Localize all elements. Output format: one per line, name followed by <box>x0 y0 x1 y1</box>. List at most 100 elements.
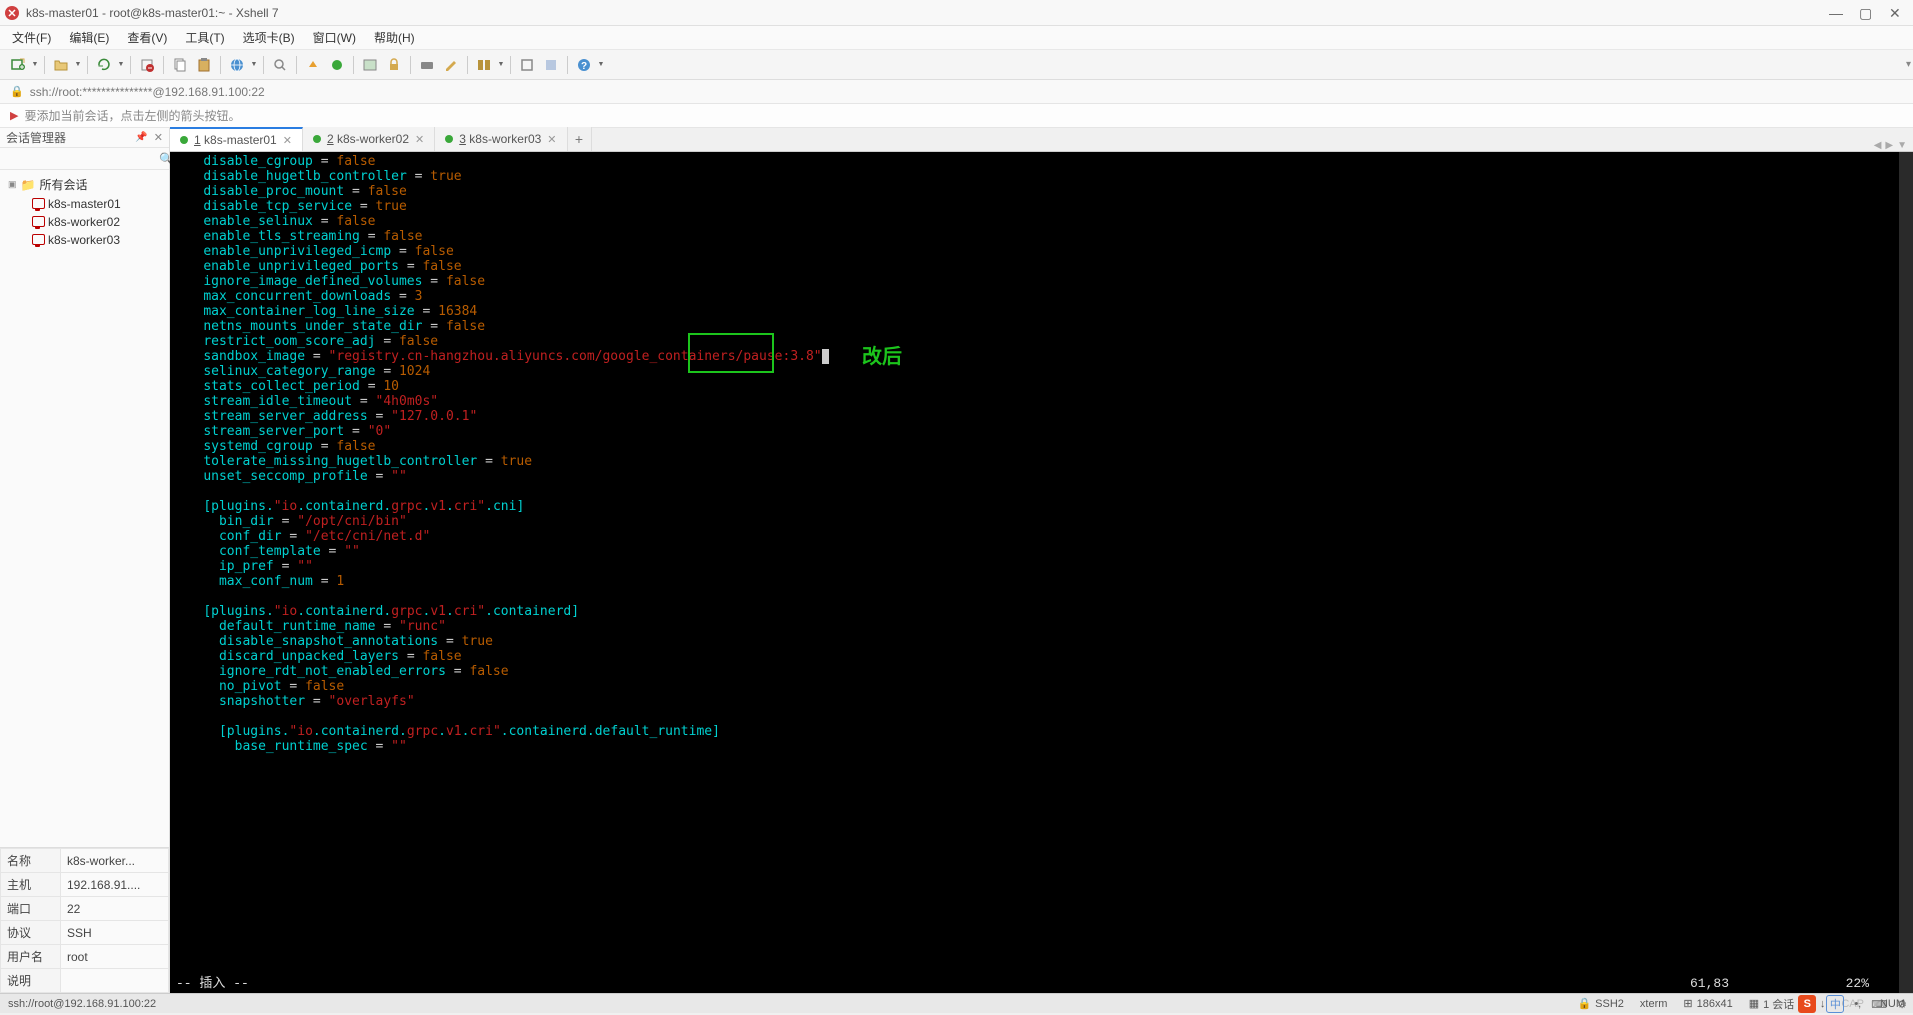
open-session-icon[interactable] <box>51 55 71 75</box>
tab-prev-icon[interactable]: ◀ <box>1874 140 1882 151</box>
svg-text:?: ? <box>581 61 587 72</box>
separator <box>510 56 511 74</box>
tab-close-icon[interactable]: ✕ <box>283 134 292 147</box>
separator <box>353 56 354 74</box>
reconnect-icon[interactable] <box>94 55 114 75</box>
status-protocol: 🔒SSH2 <box>1577 997 1623 1010</box>
fullscreen-icon[interactable] <box>517 55 537 75</box>
layout-icon[interactable] <box>474 55 494 75</box>
menu-help[interactable]: 帮助(H) <box>374 29 415 46</box>
prop-value: root <box>61 945 169 969</box>
prop-label: 用户名 <box>1 945 61 969</box>
addressbar: 🔒 ssh://root:***************@192.168.91.… <box>0 80 1913 104</box>
find-icon[interactable] <box>270 55 290 75</box>
annotation-text: 改后 <box>862 350 902 365</box>
status-sessions: ▦1 会话 <box>1749 996 1795 1012</box>
tab-session[interactable]: 2 k8s-worker02 ✕ <box>303 127 435 151</box>
menubar: 文件(F) 编辑(E) 查看(V) 工具(T) 选项卡(B) 窗口(W) 帮助(… <box>0 26 1913 50</box>
sidebar-title: 会话管理器 <box>6 129 66 146</box>
ime-lang-icon[interactable]: 中 <box>1826 995 1844 1013</box>
tab-session[interactable]: 1 k8s-master01 ✕ <box>170 127 303 151</box>
menu-view[interactable]: 查看(V) <box>127 29 167 46</box>
menu-tools[interactable]: 工具(T) <box>185 29 224 46</box>
open-dropdown[interactable]: ▼ <box>75 55 81 75</box>
minimize-button[interactable]: — <box>1829 7 1841 19</box>
status-dot-icon <box>180 136 188 144</box>
status-connection: ssh://root@192.168.91.100:22 <box>8 998 1561 1010</box>
vim-position: 61,83 <box>1690 976 1729 991</box>
ime-punct-icon[interactable]: •, <box>1854 998 1861 1010</box>
help-dropdown[interactable]: ▼ <box>598 55 604 75</box>
sidebar-header: 会话管理器 📌 ✕ <box>0 128 169 148</box>
disconnect-icon[interactable] <box>137 55 157 75</box>
tab-number: 2 <box>327 132 334 146</box>
tab-close-icon[interactable]: ✕ <box>415 133 424 146</box>
paste-icon[interactable] <box>194 55 214 75</box>
session-properties: 名称k8s-worker... 主机192.168.91.... 端口22 协议… <box>0 847 169 993</box>
flag-icon: ▶ <box>10 109 18 122</box>
menu-file[interactable]: 文件(F) <box>12 29 51 46</box>
globe-icon[interactable] <box>227 55 247 75</box>
toolbar-overflow-icon[interactable]: ▾ <box>1906 59 1911 70</box>
copy-icon[interactable] <box>170 55 190 75</box>
highlight-icon[interactable] <box>303 55 323 75</box>
help-icon[interactable]: ? <box>574 55 594 75</box>
prop-label: 协议 <box>1 921 61 945</box>
tab-label: k8s-master01 <box>204 133 277 147</box>
sidebar-search: 🔍 <box>0 148 169 170</box>
tree-root-label: 所有会话 <box>39 176 87 193</box>
close-button[interactable]: ✕ <box>1889 7 1901 19</box>
separator <box>263 56 264 74</box>
pin-icon[interactable]: 📌 <box>135 132 147 143</box>
tab-nav: ◀ ▶ ▼ <box>1868 140 1913 151</box>
lock-icon[interactable] <box>384 55 404 75</box>
layout-dropdown[interactable]: ▼ <box>498 55 504 75</box>
tab-close-icon[interactable]: ✕ <box>547 133 556 146</box>
tree-host-label: k8s-worker02 <box>48 215 120 229</box>
separator <box>44 56 45 74</box>
tab-label: k8s-worker03 <box>469 132 541 146</box>
globe-dropdown[interactable]: ▼ <box>251 55 257 75</box>
ime-keyboard-icon[interactable]: ⌨ <box>1871 998 1887 1011</box>
tab-list-icon[interactable]: ▼ <box>1897 140 1907 151</box>
transparency-icon[interactable] <box>541 55 561 75</box>
collapse-icon: ▣ <box>8 179 17 190</box>
separator <box>567 56 568 74</box>
record-icon[interactable] <box>327 55 347 75</box>
vim-mode: -- 插入 -- <box>176 976 249 991</box>
separator <box>296 56 297 74</box>
tab-number: 1 <box>194 133 201 147</box>
reconnect-dropdown[interactable]: ▼ <box>118 55 124 75</box>
hint-text: 要添加当前会话，点击左侧的箭头按钮。 <box>24 107 240 124</box>
tree-root[interactable]: ▣ 📁 所有会话 <box>0 174 169 195</box>
properties-icon[interactable] <box>360 55 380 75</box>
search-input[interactable] <box>4 152 159 166</box>
separator <box>220 56 221 74</box>
lock-icon: 🔒 <box>10 85 24 98</box>
address-text[interactable]: ssh://root:***************@192.168.91.10… <box>30 85 265 99</box>
menu-edit[interactable]: 编辑(E) <box>69 29 109 46</box>
tree-host[interactable]: k8s-master01 <box>0 195 169 213</box>
terminal[interactable]: disable_cgroup = false disable_hugetlb_c… <box>170 152 1913 993</box>
tab-next-icon[interactable]: ▶ <box>1885 140 1893 151</box>
maximize-button[interactable]: ▢ <box>1859 7 1871 19</box>
host-icon <box>32 216 44 228</box>
new-session-icon[interactable] <box>8 55 28 75</box>
close-panel-icon[interactable]: ✕ <box>154 131 163 144</box>
edit-icon[interactable] <box>441 55 461 75</box>
ime-settings-icon[interactable]: ⚙ <box>1897 998 1907 1011</box>
tab-session[interactable]: 3 k8s-worker03 ✕ <box>435 127 567 151</box>
scrollbar-thumb[interactable] <box>1901 194 1911 284</box>
menu-tabs[interactable]: 选项卡(B) <box>243 29 295 46</box>
tree-host[interactable]: k8s-worker02 <box>0 213 169 231</box>
tree-host[interactable]: k8s-worker03 <box>0 231 169 249</box>
tree-host-label: k8s-master01 <box>48 197 121 211</box>
ime-sogou-icon[interactable]: S <box>1798 995 1816 1013</box>
prop-value <box>61 969 169 993</box>
menu-window[interactable]: 窗口(W) <box>313 29 356 46</box>
keyboard-icon[interactable] <box>417 55 437 75</box>
new-tab-button[interactable]: + <box>568 127 592 151</box>
new-session-dropdown[interactable]: ▼ <box>32 55 38 75</box>
tree-host-label: k8s-worker03 <box>48 233 120 247</box>
prop-value: SSH <box>61 921 169 945</box>
